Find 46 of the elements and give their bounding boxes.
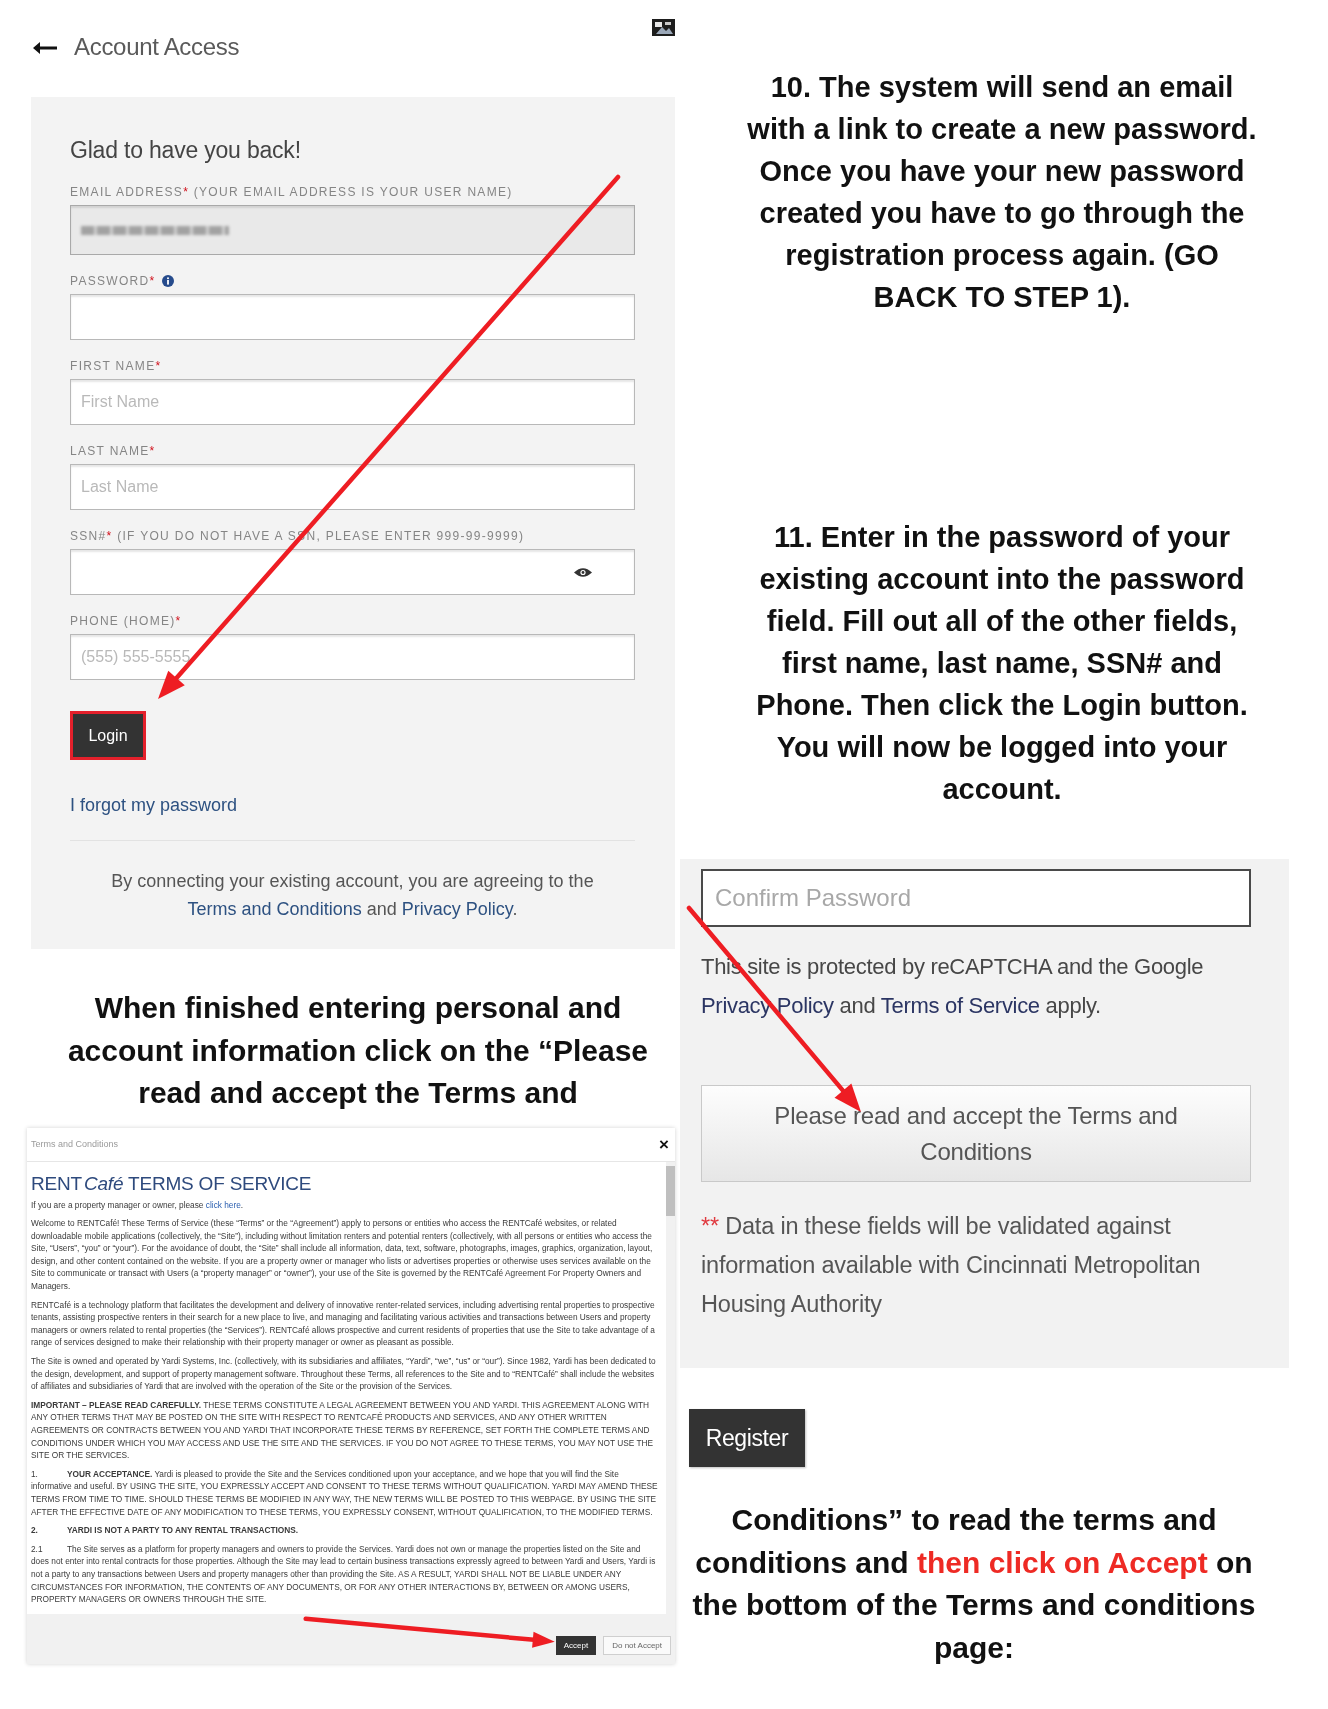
terms-paragraph: 2.1 The Site serves as a platform for property managers and owners to provide the Services. Yardi does not own or manage the properties listed on the Site and does not enter into rental contracts for those properties. Although the Site may lead to certain business transactions expressly agreed to between Yardi and Users, Yardi is not a party to any transactions between Users and property managers other than providing the Site. AS A RESULT, YARDI SHALL NOT BE LIABLE UNDER ANY CIRCUMSTANCES FOR INFORMATION, THE CONTENTS OF ANY DOCUMENTS, OR FOR ANY OTHER INTERACTIONS BY, BETWEEN OR AMONG USERS, PROPERTY MANAGERS OR OWNERS THROUGH THE SITE.: [31, 1542, 657, 1606]
terms-paragraph: Welcome to RENTCafé! These Terms of Service (these “Terms” or the “Agreement”) apply to persons or entities who access the RENTCafé websites, or related downloadable mobile applications (collectively, the “Site”), including without limitation renters and potential renters (collectively, with all persons or entities who access the Site, “Users”, “you” or “your”). For the avoidance of doubt, the “Site” shall include all information, data, text, software, photographs, images, graphics, organization, layout, design, and other content contained on the website. If you are a property owner or manager who lists or advertises properties or otherwise uses services available on the Site to communicate or transact with Users (a “property manager” or “owner”), your use of the Site is governed by the RENTCafé Agreement For Property Owners and Managers.: [31, 1217, 654, 1293]
login-button[interactable]: Login: [70, 711, 146, 760]
eye-icon[interactable]: [574, 566, 592, 578]
terms-link[interactable]: Terms and Conditions: [187, 899, 362, 919]
terms-intro: If you are a property manager or owner, please click here.: [31, 1198, 245, 1212]
terms-paragraph: 1. YOUR ACCEPTANCE. Yardi is pleased to provide the Site and the Services conditioned upon your acceptance, and we hope that you will find the Site informative and useful. BY USING THE SITE, YOU EXPRESSLY ACCEPT AND CONSENT TO THESE TERMS WITHOUT QUALIFICATION. YARDI MAY AMEND THESE TERMS FROM TIME TO TIME. SHOULD THESE TERMS BE MODIFIED IN ANY WAY, THE NEW TERMS WILL BE POSTED TO THIS WEBPAGE. BY USING THE SITE AFTER THE EFFECTIVE DATE OF ANY MODIFICATION TO THESE TERMS, YOU EXPRESSLY CONSENT, WITHOUT QUALIFICATION, TO THE MODIFIED TERMS.: [31, 1467, 658, 1519]
terms-paragraph: The Site is owned and operated by Yardi Systems, Inc. (collectively, with its subsidiaries and affiliates, “Yardi”, “we”, “us” or “our”). Since 1982, Yardi has been dedicated to the design, development, and support of property management software. Throughout these Terms, all references to the Site and to “RENTCafé” shall include the websites of affiliates and subsidiaries of Yardi that are involved with the operation of the Site or the provision of the Services.: [31, 1355, 657, 1393]
instruction-text: 10. The system will send an email with a link to create a new password. Once you have your new password created you have to go through the registration process again. (GO BACK TO STEP 1).: [746, 70, 1258, 315]
field-label: PASSWORD*: [70, 274, 156, 288]
field-label: EMAIL ADDRESS* (YOUR EMAIL ADDRESS IS YOUR USER NAME): [70, 185, 513, 199]
text-field[interactable]: Last Name: [70, 464, 635, 510]
instruction-text: When finished entering personal and account information click on the “Please read and accept the Terms and: [66, 990, 650, 1111]
text-field[interactable]: First Name: [70, 379, 635, 425]
terms-of-service-link[interactable]: Terms of Service: [880, 993, 1040, 1018]
register-button[interactable]: Register: [689, 1409, 805, 1467]
image-icon: [652, 19, 675, 36]
terms-button[interactable]: Please read and accept the Terms and Conditions: [701, 1085, 1251, 1182]
greeting-heading: Glad to have you back!: [70, 136, 302, 165]
field-label: PHONE (HOME)*: [70, 614, 182, 628]
click-here-link[interactable]: click here: [205, 1199, 241, 1210]
decline-button[interactable]: Do not Accept: [603, 1635, 671, 1655]
page-title: Account Access: [74, 33, 240, 61]
ssn-field[interactable]: [70, 549, 635, 595]
confirm-password-field[interactable]: Confirm Password: [701, 869, 1251, 927]
field-label: FIRST NAME*: [70, 359, 162, 373]
scrollbar[interactable]: [666, 1161, 675, 1614]
instruction-text: Conditions” to read the terms and conditions and then click on Accept on the bottom of the Terms and conditions page:: [691, 1502, 1257, 1666]
terms-title: RENTCafé TERMS OF SERVICE: [31, 1171, 313, 1196]
dialog-title: Terms and Conditions: [31, 1139, 119, 1149]
back-arrow-icon[interactable]: [33, 42, 57, 54]
terms-paragraph: IMPORTANT – PLEASE READ CAREFULLY. THESE TERMS CONSTITUTE A LEGAL AGREEMENT BETWEEN YOU AND YARDI. THIS AGREEMENT ALONG WITH ANY OTHER TERMS THAT MAY BE POSTED ON THE SITE WITH RESPECT TO RENTCAFÉ PRODUCTS AND SERVICES, AND ANY OTHER WRITTEN AGREEMENTS OR CONTRACTS BETWEEN YOU AND YARDI THAT INCORPORATE THESE TERMS BY REFERENCE, SET FORTH THE COMPLETE TERMS AND CONDITIONS UNDER WHICH YOU MAY ACCESS AND USE THE SITE AND THE SERVICES. IF YOU DO NOT AGREE TO THESE TERMS, YOU MAY NOT USE THE SITE OR THE SERVICES.: [31, 1398, 655, 1462]
info-icon[interactable]: [161, 275, 174, 287]
forgot-password-link[interactable]: I forgot my password: [70, 795, 238, 815]
agreement-text: By connecting your existing account, you are agreeing to the Terms and Conditions and Privacy Policy.: [110, 870, 595, 921]
section-heading: 2. YARDI IS NOT A PARTY TO ANY RENTAL TRANSACTIONS.: [31, 1524, 300, 1537]
terms-paragraph: RENTCafé is a technology platform that facilitates the development and delivery of innovative renter-related services, including advertising rental properties to prospective tenants, assisting prospective renters in their search for a new place to live, and managing and facilitating various activities and transactions between Users and property managers or owners related to rental properties (the “Services”). RENTCafé allows prospective and current residents of properties that use the Site to take advantage of a range of services designed to make their relationship with their property manager or owner as pleasant as possible.: [31, 1298, 656, 1350]
password-field[interactable]: [70, 294, 635, 340]
instruction-text: 11. Enter in the password of your existing account into the password field. Fill out all of the other fields, first name, last name, SSN# and Phone. Then click the Login button. You will now be logged into your account.: [755, 520, 1249, 807]
text-field[interactable]: (555) 555-5555: [70, 634, 635, 680]
accept-button[interactable]: Accept: [555, 1635, 597, 1655]
field-label: LAST NAME*: [70, 444, 156, 458]
privacy-policy-link[interactable]: Privacy Policy: [701, 993, 834, 1018]
close-button[interactable]: ×: [657, 1135, 671, 1153]
privacy-policy-link[interactable]: Privacy Policy: [401, 899, 513, 919]
validation-note: ** Data in these fields will be validated against information available with Cincinnati Metropolitan Housing Authority: [701, 1212, 1202, 1319]
